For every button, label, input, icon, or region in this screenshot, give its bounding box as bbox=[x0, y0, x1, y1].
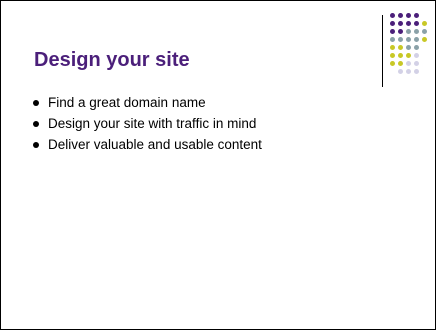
grid-dot bbox=[406, 69, 411, 74]
grid-dot bbox=[414, 13, 419, 18]
grid-dot bbox=[406, 13, 411, 18]
bullet-item: Deliver valuable and usable content bbox=[31, 134, 262, 155]
grid-dot bbox=[398, 37, 403, 42]
dot-grid-icon bbox=[390, 13, 434, 77]
grid-dot bbox=[398, 53, 403, 58]
grid-dot bbox=[398, 21, 403, 26]
bullet-icon bbox=[33, 121, 39, 127]
grid-dot bbox=[398, 45, 403, 50]
grid-dot bbox=[422, 37, 427, 42]
slide-title: Design your site bbox=[34, 49, 190, 71]
grid-dot bbox=[398, 29, 403, 34]
grid-dot bbox=[398, 61, 403, 66]
grid-dot bbox=[422, 21, 427, 26]
bullet-text: Design your site with traffic in mind bbox=[48, 116, 257, 131]
grid-dot bbox=[390, 61, 395, 66]
slide: Design your site Find a great domain nam… bbox=[0, 0, 436, 330]
grid-dot bbox=[398, 69, 403, 74]
grid-dot bbox=[390, 45, 395, 50]
grid-dot bbox=[398, 13, 403, 18]
bullet-text: Deliver valuable and usable content bbox=[48, 137, 262, 152]
bullet-item: Design your site with traffic in mind bbox=[31, 113, 262, 134]
bullet-text: Find a great domain name bbox=[48, 95, 206, 110]
bullet-item: Find a great domain name bbox=[31, 92, 262, 113]
grid-dot bbox=[390, 53, 395, 58]
grid-dot bbox=[414, 45, 419, 50]
grid-dot bbox=[406, 45, 411, 50]
bullet-icon bbox=[33, 100, 39, 106]
grid-dot bbox=[414, 69, 419, 74]
grid-dot bbox=[414, 53, 419, 58]
grid-dot bbox=[390, 37, 395, 42]
grid-dot bbox=[406, 29, 411, 34]
bullet-list: Find a great domain name Design your sit… bbox=[31, 92, 262, 155]
grid-dot bbox=[414, 21, 419, 26]
grid-dot bbox=[406, 37, 411, 42]
grid-dot bbox=[406, 53, 411, 58]
bullet-icon bbox=[33, 142, 39, 148]
grid-dot bbox=[390, 29, 395, 34]
grid-dot bbox=[406, 61, 411, 66]
grid-dot bbox=[414, 61, 419, 66]
grid-dot bbox=[414, 37, 419, 42]
grid-dot bbox=[406, 21, 411, 26]
grid-dot bbox=[422, 29, 427, 34]
grid-dot bbox=[414, 29, 419, 34]
vertical-divider bbox=[382, 15, 383, 87]
grid-dot bbox=[390, 21, 395, 26]
grid-dot bbox=[390, 13, 395, 18]
